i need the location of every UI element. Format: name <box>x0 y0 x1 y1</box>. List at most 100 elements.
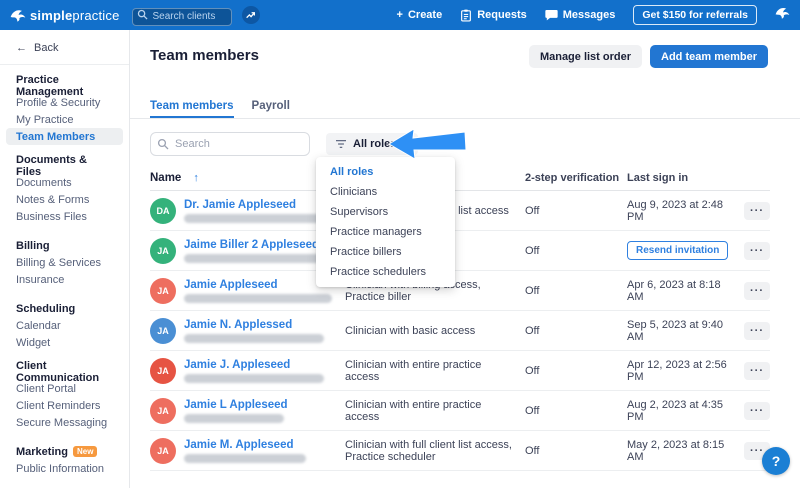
analytics-button[interactable] <box>242 6 260 24</box>
team-members-table: Name ↑ 2-step verification Last sign in … <box>150 165 770 471</box>
sidebar-item-widget[interactable]: Widget <box>0 334 129 351</box>
sidebar-section: MarketingNewPublic Information <box>0 443 129 477</box>
referral-button[interactable]: Get $150 for referrals <box>633 5 757 25</box>
sidebar-item-my-practice[interactable]: My Practice <box>0 111 129 128</box>
verification-status: Off <box>525 245 627 257</box>
member-cell: JAJamie J. Appleseed <box>150 358 345 384</box>
dropdown-item-practice-schedulers[interactable]: Practice schedulers <box>316 262 455 282</box>
member-info: Jaime Biller 2 Appleseed <box>184 239 324 263</box>
verification-column-header: 2-step verification <box>525 172 627 184</box>
dropdown-item-supervisors[interactable]: Supervisors <box>316 202 455 222</box>
sidebar-section-title: Client Communication <box>16 360 113 384</box>
back-button[interactable]: ← Back <box>0 30 129 65</box>
requests-button[interactable]: Requests <box>460 9 527 22</box>
table-search <box>150 132 310 156</box>
dropdown-item-clinicians[interactable]: Clinicians <box>316 182 455 202</box>
verification-status: Off <box>525 325 627 337</box>
table-row: JAJaime Biller 2 AppleseedOffResend invi… <box>150 231 770 271</box>
member-info: Jamie N. Applessed <box>184 319 324 343</box>
verification-status: Off <box>525 405 627 417</box>
sidebar-item-client-reminders[interactable]: Client Reminders <box>0 397 129 414</box>
mascot-bird-icon[interactable] <box>775 6 790 24</box>
dropdown-item-practice-billers[interactable]: Practice billers <box>316 242 455 262</box>
verification-status: Off <box>525 205 627 217</box>
member-name-link[interactable]: Jamie Appleseed <box>184 279 332 291</box>
row-actions-button[interactable]: ··· <box>744 202 770 220</box>
manage-list-order-button[interactable]: Manage list order <box>529 45 642 68</box>
avatar: JA <box>150 278 176 304</box>
sort-ascending-icon[interactable]: ↑ <box>193 172 199 184</box>
tab-bar: Team members Payroll <box>130 100 800 119</box>
table-row: DADr. Jamie AppleseedClinician with full… <box>150 191 770 231</box>
last-sign-in: Apr 12, 2023 at 2:56 PM <box>627 359 735 383</box>
table-row: JAJamie J. AppleseedClinician with entir… <box>150 351 770 391</box>
table-body: DADr. Jamie AppleseedClinician with full… <box>150 191 770 471</box>
sidebar-section: Billing Billing & ServicesInsurance <box>0 237 129 288</box>
dropdown-item-practice-managers[interactable]: Practice managers <box>316 222 455 242</box>
sidebar-item-billing-services[interactable]: Billing & Services <box>0 254 129 271</box>
sidebar-section: Client CommunicationClient PortalClient … <box>0 363 129 431</box>
member-name-link[interactable]: Dr. Jamie Appleseed <box>184 199 324 211</box>
verification-status: Off <box>525 445 627 457</box>
back-label: Back <box>34 42 58 54</box>
row-actions-button[interactable]: ··· <box>744 242 770 260</box>
sidebar-item-public-information[interactable]: Public Information <box>0 460 129 477</box>
member-name-link[interactable]: Jaime Biller 2 Appleseed <box>184 239 324 251</box>
new-badge: New <box>73 446 97 457</box>
last-sign-in: Aug 9, 2023 at 2:48 PM <box>627 199 735 223</box>
last-sign-in: Apr 6, 2023 at 8:18 AM <box>627 279 735 303</box>
dropdown-item-all-roles[interactable]: All roles <box>316 162 455 182</box>
row-actions-button[interactable]: ··· <box>744 282 770 300</box>
member-cell: JA Jamie M. Appleseed <box>150 438 345 464</box>
sidebar-item-calendar[interactable]: Calendar <box>0 317 129 334</box>
messages-button[interactable]: Messages <box>545 9 616 21</box>
member-name-link[interactable]: Jamie M. Appleseed <box>184 439 306 451</box>
chevron-up-icon: ▲ <box>402 141 409 148</box>
member-role: Clinician with entire practice access <box>345 359 525 383</box>
sidebar-item-insurance[interactable]: Insurance <box>0 271 129 288</box>
sidebar-section-header: MarketingNew <box>0 443 129 460</box>
table-row: JAJamie M. AppleseedClinician with full … <box>150 431 770 471</box>
row-actions-button[interactable]: ··· <box>744 322 770 340</box>
sidebar-section-header: Billing <box>0 237 129 254</box>
last-sign-in: Sep 5, 2023 at 9:40 AM <box>627 319 735 343</box>
tab-team-members[interactable]: Team members <box>150 100 234 118</box>
add-team-member-button[interactable]: Add team member <box>650 45 768 68</box>
last-sign-in: Resend invitation <box>627 241 735 260</box>
brand-logo[interactable]: simplepractice <box>10 8 120 23</box>
top-nav: simplepractice + Create Requests Message… <box>0 0 800 30</box>
table-row: JAJamie L AppleseedClinician with entire… <box>150 391 770 431</box>
member-name-link[interactable]: Jamie J. Appleseed <box>184 359 324 371</box>
resend-invitation-button[interactable]: Resend invitation <box>627 241 728 260</box>
help-button[interactable]: ? <box>762 447 790 475</box>
roles-filter-button[interactable]: All roles ▲ <box>326 133 418 155</box>
sidebar-section-header: Documents & Files <box>0 157 129 174</box>
name-column-header[interactable]: Name <box>150 172 181 184</box>
sidebar-item-notes-forms[interactable]: Notes & Forms <box>0 191 129 208</box>
sidebar-item-business-files[interactable]: Business Files <box>0 208 129 225</box>
avatar: JA <box>150 438 176 464</box>
member-name-link[interactable]: Jamie N. Applessed <box>184 319 324 331</box>
search-team-input[interactable] <box>150 132 310 156</box>
sidebar-item-secure-messaging[interactable]: Secure Messaging <box>0 414 129 431</box>
roles-filter-label: All roles <box>353 138 396 150</box>
member-role: Clinician with basic access <box>345 325 525 337</box>
create-button[interactable]: + Create <box>397 9 443 21</box>
messages-label: Messages <box>563 9 616 21</box>
row-actions-button[interactable]: ··· <box>744 402 770 420</box>
messages-icon <box>545 9 558 21</box>
member-name-link[interactable]: Jamie L Appleseed <box>184 399 288 411</box>
row-actions-button[interactable]: ··· <box>744 362 770 380</box>
brand-text: simplepractice <box>30 8 120 23</box>
filter-icon <box>335 139 347 149</box>
avatar: DA <box>150 198 176 224</box>
table-header-row: Name ↑ 2-step verification Last sign in <box>150 165 770 191</box>
tab-payroll[interactable]: Payroll <box>252 100 290 118</box>
sidebar-section: Documents & FilesDocumentsNotes & FormsB… <box>0 157 129 225</box>
roles-dropdown-menu: All rolesCliniciansSupervisorsPractice m… <box>316 157 455 287</box>
sidebar-section-title: Documents & Files <box>16 154 113 178</box>
sidebar-section-title: Billing <box>16 240 50 252</box>
search-icon <box>157 138 169 150</box>
sidebar-item-team-members[interactable]: Team Members <box>6 128 123 145</box>
member-cell: JAJamie N. Applessed <box>150 318 345 344</box>
